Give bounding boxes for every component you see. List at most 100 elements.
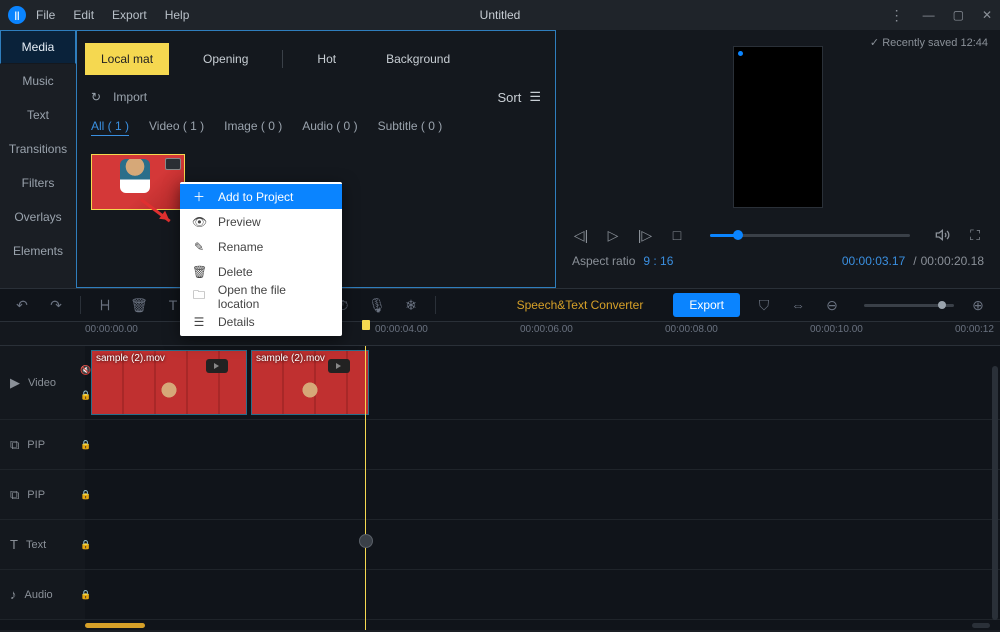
- ruler-tick: 00:00:00.00: [85, 324, 138, 335]
- voiceover-icon[interactable]: 🎙: [367, 295, 387, 315]
- nav-overlays[interactable]: Overlays: [0, 200, 76, 234]
- redo-icon[interactable]: ↷: [46, 295, 66, 315]
- ctx-delete[interactable]: 🗑Delete: [180, 259, 342, 284]
- tab-hot[interactable]: Hot: [301, 43, 352, 75]
- menu-file[interactable]: File: [36, 8, 55, 22]
- close-icon[interactable]: ✕: [982, 8, 992, 22]
- timeline-ruler[interactable]: 00:00:00.00 00:00:02.00 00:00:04.00 00:0…: [0, 322, 1000, 346]
- filter-subtitle[interactable]: Subtitle ( 0 ): [378, 119, 443, 136]
- filter-image[interactable]: Image ( 0 ): [224, 119, 282, 136]
- time-total: 00:00:20.18: [921, 254, 984, 268]
- speech-text-converter[interactable]: Speech&Text Converter: [517, 298, 644, 312]
- menu-edit[interactable]: Edit: [73, 8, 94, 22]
- track-audio: ♪ Audio 🔒: [0, 570, 1000, 620]
- track-body-pip[interactable]: 🔒: [85, 470, 1000, 519]
- platform-badge-icon: [328, 359, 350, 373]
- ctx-open-location[interactable]: 🗀Open the file location: [180, 284, 342, 309]
- nav-music[interactable]: Music: [0, 64, 76, 98]
- export-button[interactable]: Export: [673, 293, 740, 317]
- audio-track-icon: ♪: [10, 587, 17, 602]
- menu-help[interactable]: Help: [165, 8, 190, 22]
- tab-opening[interactable]: Opening: [187, 43, 264, 75]
- lock-icon[interactable]: 🔒: [80, 539, 91, 550]
- track-body-audio[interactable]: 🔒: [85, 570, 1000, 619]
- filter-video[interactable]: Video ( 1 ): [149, 119, 204, 136]
- track-body-pip[interactable]: 🔒: [85, 420, 1000, 469]
- zoom-in-icon[interactable]: ⊕: [968, 295, 988, 315]
- track-body-text[interactable]: 🔒: [85, 520, 1000, 569]
- track-head-text[interactable]: T Text: [0, 520, 85, 569]
- nav-text[interactable]: Text: [0, 98, 76, 132]
- ctx-details[interactable]: ☰Details: [180, 309, 342, 334]
- track-head-audio[interactable]: ♪ Audio: [0, 570, 85, 619]
- nav-media[interactable]: Media: [0, 30, 76, 64]
- video-track-icon: ▶: [10, 375, 20, 391]
- menu-export[interactable]: Export: [112, 8, 147, 22]
- video-clip[interactable]: sample (2).mov: [91, 350, 247, 415]
- more-icon[interactable]: ⋮: [890, 7, 905, 24]
- eye-icon: 👁: [192, 215, 206, 229]
- lock-icon[interactable]: 🔒: [80, 489, 91, 500]
- track-head-pip[interactable]: ⧉ PIP: [0, 470, 85, 519]
- delete-icon[interactable]: 🗑: [129, 295, 149, 315]
- next-frame-icon[interactable]: |▷: [636, 226, 654, 244]
- nav-elements[interactable]: Elements: [0, 234, 76, 268]
- plus-icon: ＋: [192, 188, 206, 205]
- zoom-thumb[interactable]: [938, 301, 946, 309]
- ctx-rename[interactable]: ✎Rename: [180, 234, 342, 259]
- zoom-slider[interactable]: [864, 304, 954, 307]
- zoom-out-icon[interactable]: ⊖: [822, 295, 842, 315]
- video-preview[interactable]: [733, 46, 823, 208]
- play-icon[interactable]: ▷: [604, 226, 622, 244]
- volume-icon[interactable]: [934, 226, 952, 244]
- lock-icon[interactable]: 🔒: [80, 589, 91, 600]
- lock-icon[interactable]: 🔒: [80, 390, 91, 401]
- track-body-video[interactable]: 🔇🔒 sample (2).mov sample (2).mov: [85, 346, 1000, 419]
- track-head-video[interactable]: ▶ Video: [0, 346, 85, 419]
- refresh-icon[interactable]: ↻: [91, 90, 101, 104]
- prev-frame-icon[interactable]: ◁|: [572, 226, 590, 244]
- mute-icon[interactable]: 🔇: [80, 365, 91, 376]
- track-pip-1: ⧉ PIP 🔒: [0, 420, 1000, 470]
- horizontal-scrollbar-right[interactable]: [972, 623, 990, 628]
- filter-audio[interactable]: Audio ( 0 ): [302, 119, 357, 136]
- aspect-value[interactable]: 9 : 16: [643, 254, 673, 268]
- sort-list-icon[interactable]: ☰: [529, 89, 541, 105]
- stop-icon[interactable]: □: [668, 226, 686, 244]
- media-tabs: Local mat Opening Hot Background: [77, 31, 555, 83]
- vertical-scrollbar[interactable]: [992, 366, 998, 620]
- slider-thumb[interactable]: [733, 230, 743, 240]
- title-bar: || File Edit Export Help Untitled ⋮ — ▢ …: [0, 0, 1000, 30]
- playhead-marker[interactable]: [362, 320, 370, 330]
- tab-local-mat[interactable]: Local mat: [85, 43, 169, 75]
- import-button[interactable]: Import: [113, 90, 147, 104]
- tab-background[interactable]: Background: [370, 43, 466, 75]
- fit-icon[interactable]: ⇔: [788, 295, 808, 315]
- fullscreen-icon[interactable]: ⛶: [966, 226, 984, 244]
- playback-controls: ◁| ▷ |▷ □ ⛶: [568, 226, 988, 244]
- freeze-icon[interactable]: ❄: [401, 295, 421, 315]
- toolbar-separator: [80, 296, 81, 314]
- timeline-scrollbar[interactable]: [85, 623, 145, 628]
- track-head-pip[interactable]: ⧉ PIP: [0, 420, 85, 469]
- maximize-icon[interactable]: ▢: [953, 8, 964, 22]
- trash-icon: 🗑: [192, 265, 206, 279]
- ctx-add-to-project[interactable]: ＋Add to Project: [180, 184, 342, 209]
- playhead-grip[interactable]: [359, 534, 373, 548]
- ruler-tick: 00:00:12: [955, 324, 994, 335]
- minimize-icon[interactable]: —: [923, 8, 935, 22]
- lock-icon[interactable]: 🔒: [80, 439, 91, 450]
- media-thumbnail[interactable]: [91, 154, 185, 210]
- undo-icon[interactable]: ↶: [12, 295, 32, 315]
- video-clip[interactable]: sample (2).mov: [251, 350, 369, 415]
- playback-slider[interactable]: [710, 234, 910, 237]
- side-nav: Media Music Text Transitions Filters Ove…: [0, 30, 76, 288]
- nav-filters[interactable]: Filters: [0, 166, 76, 200]
- sort-button[interactable]: Sort: [498, 90, 522, 105]
- ruler-tick: 00:00:10.00: [810, 324, 863, 335]
- filter-all[interactable]: All ( 1 ): [91, 119, 129, 136]
- split-icon[interactable]: [95, 295, 115, 315]
- shield-icon[interactable]: ⛉: [754, 295, 774, 315]
- ctx-preview[interactable]: 👁Preview: [180, 209, 342, 234]
- nav-transitions[interactable]: Transitions: [0, 132, 76, 166]
